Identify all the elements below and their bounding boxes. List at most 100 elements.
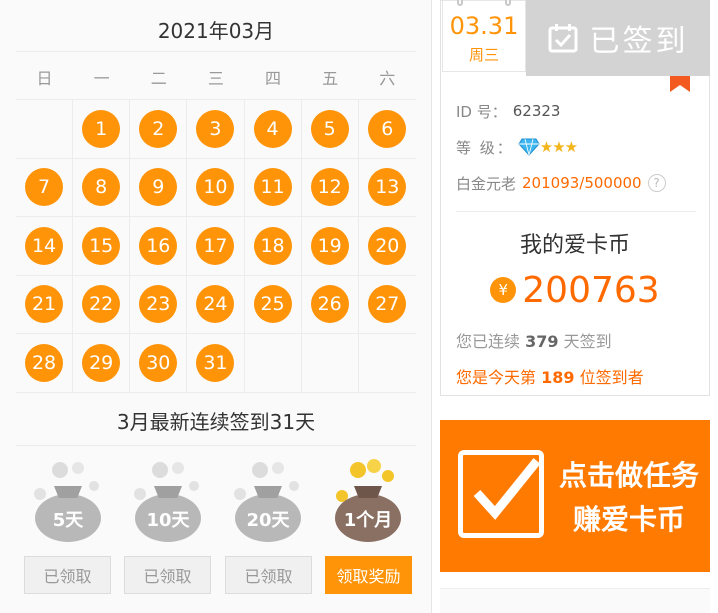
- signed-day[interactable]: 20: [368, 226, 407, 265]
- signed-day[interactable]: 2: [139, 109, 178, 148]
- calendar-cell: 28: [16, 334, 74, 393]
- signed-day[interactable]: 3: [196, 109, 235, 148]
- today-rank-suffix: 位签到者: [579, 368, 644, 387]
- calendar-cell-empty: [358, 334, 416, 393]
- signed-day[interactable]: 23: [139, 285, 178, 324]
- user-rank-value: 201093/500000: [522, 174, 642, 192]
- calendar-cell: 8: [73, 158, 131, 217]
- today-date: 03.31: [449, 11, 519, 40]
- signed-day[interactable]: 15: [82, 226, 121, 265]
- signed-day[interactable]: 31: [196, 343, 235, 382]
- signed-day[interactable]: 11: [253, 168, 292, 207]
- signed-day[interactable]: 18: [253, 226, 292, 265]
- signed-day[interactable]: 1: [82, 109, 121, 148]
- user-level-line: 等 级： ★★★: [456, 136, 578, 158]
- ring-icon: [457, 0, 463, 6]
- diamond-icon: [518, 138, 540, 156]
- signed-day[interactable]: 4: [253, 109, 292, 148]
- reward-claim-buttons: 已领取 已领取 已领取 领取奖励: [0, 556, 432, 596]
- calendar-cell: 6: [358, 100, 416, 159]
- signed-day[interactable]: 14: [25, 226, 64, 265]
- signed-day[interactable]: 22: [82, 285, 121, 324]
- calendar-cell: 12: [301, 158, 359, 217]
- calendar-cell: 29: [73, 334, 131, 393]
- streak-days-line: 您已连续 379 天签到: [456, 328, 612, 352]
- signed-day[interactable]: 16: [139, 226, 178, 265]
- task-banner-line2: 赚爱卡币: [572, 503, 685, 536]
- today-rank-number: 189: [541, 368, 575, 387]
- calendar-cell-empty: [301, 334, 359, 393]
- signed-day[interactable]: 25: [253, 285, 292, 324]
- calendar-cell: 2: [130, 100, 188, 159]
- calendar-cell: 17: [187, 217, 245, 276]
- signed-status-button[interactable]: 已签到: [526, 0, 710, 76]
- signed-day[interactable]: 24: [196, 285, 235, 324]
- weekday-header: 四: [244, 54, 302, 100]
- claimed-reward-button[interactable]: 已领取: [24, 556, 111, 594]
- calendar-check-icon: [548, 24, 577, 53]
- user-level-label: 等 级：: [456, 138, 514, 157]
- weekday-header: 日: [16, 54, 74, 100]
- checkmark-icon: [473, 458, 541, 520]
- today-rank-line: 您是今天第 189 位签到者: [456, 364, 644, 388]
- signed-day[interactable]: 19: [310, 226, 349, 265]
- calendar-cell: 22: [73, 275, 131, 334]
- signed-day[interactable]: 13: [368, 168, 407, 207]
- calendar-cell: 16: [130, 217, 188, 276]
- today-weekday: 周三: [468, 45, 499, 64]
- today-date-card: 03.31 周三: [442, 0, 526, 72]
- signed-day[interactable]: 12: [310, 168, 349, 207]
- user-rank-label: 白金元老: [456, 174, 517, 193]
- user-id-value: 62323: [512, 102, 561, 120]
- divider: [456, 211, 696, 212]
- signed-day[interactable]: 5: [310, 109, 349, 148]
- weekday-header: 三: [187, 54, 245, 100]
- calendar-cell: 27: [358, 276, 416, 334]
- signed-day[interactable]: 21: [25, 285, 64, 324]
- weekday-header: 六: [358, 54, 416, 100]
- signed-day[interactable]: 27: [368, 285, 407, 324]
- calendar-cell: 15: [73, 217, 131, 276]
- signed-day[interactable]: 10: [196, 168, 235, 207]
- signed-day[interactable]: 29: [82, 343, 121, 382]
- calendar-panel: 2021年03月 日一二三四五六 1 2 3 4 5 6 7 8 9 10 11 12 13 14 15 16 1…: [0, 0, 432, 613]
- coin-title: 我的爱卡币: [519, 233, 630, 258]
- calendar-cell: 3: [187, 100, 245, 159]
- calendar-cell: 13: [358, 159, 416, 217]
- signed-day[interactable]: 8: [82, 168, 121, 207]
- today-rank-prefix: 您是今天第: [456, 368, 537, 387]
- reward-bags: 5天 10天 20天 1个月: [16, 456, 416, 544]
- bookmark-icon: [670, 76, 690, 92]
- calendar-cell: 9: [130, 158, 188, 217]
- signed-day[interactable]: 7: [25, 168, 64, 207]
- claim-reward-button[interactable]: 领取奖励: [325, 556, 412, 594]
- calendar-cell: 24: [187, 275, 245, 334]
- calendar-cell: 19: [301, 217, 359, 276]
- claimed-reward-button[interactable]: 已领取: [124, 556, 211, 594]
- calendar-cell: 30: [130, 334, 188, 393]
- signed-day[interactable]: 26: [310, 285, 349, 324]
- reward-bag-icon: 10天: [128, 456, 208, 544]
- calendar-cell-empty: [16, 100, 74, 159]
- task-banner[interactable]: 点击做任务 赚爱卡币: [440, 420, 710, 572]
- calendar-cell: 7: [16, 158, 74, 217]
- help-icon[interactable]: ?: [647, 174, 666, 192]
- user-id-label: ID 号：: [456, 102, 507, 121]
- reward-bag-badge: 20天: [246, 510, 290, 531]
- signed-day[interactable]: 9: [139, 168, 178, 207]
- signed-day[interactable]: 6: [368, 109, 407, 148]
- signed-day[interactable]: 30: [139, 343, 178, 382]
- calendar-cell: 23: [130, 275, 188, 334]
- calendar-cell: 31: [187, 334, 245, 393]
- reward-bag-icon: 1个月: [328, 456, 408, 544]
- reward-bag-badge: 1个月: [343, 510, 393, 531]
- claimed-reward-button[interactable]: 已领取: [225, 556, 312, 594]
- calendar-cell: 4: [244, 100, 302, 159]
- signed-day[interactable]: 28: [25, 343, 64, 382]
- signed-day[interactable]: 17: [196, 226, 235, 265]
- streak-days-count: 379: [525, 332, 559, 351]
- signed-status-label: 已签到: [589, 24, 689, 59]
- reward-bag-badge: 5天: [52, 510, 84, 531]
- calendar-cell: 18: [244, 217, 302, 276]
- checkbox-icon: [458, 450, 544, 538]
